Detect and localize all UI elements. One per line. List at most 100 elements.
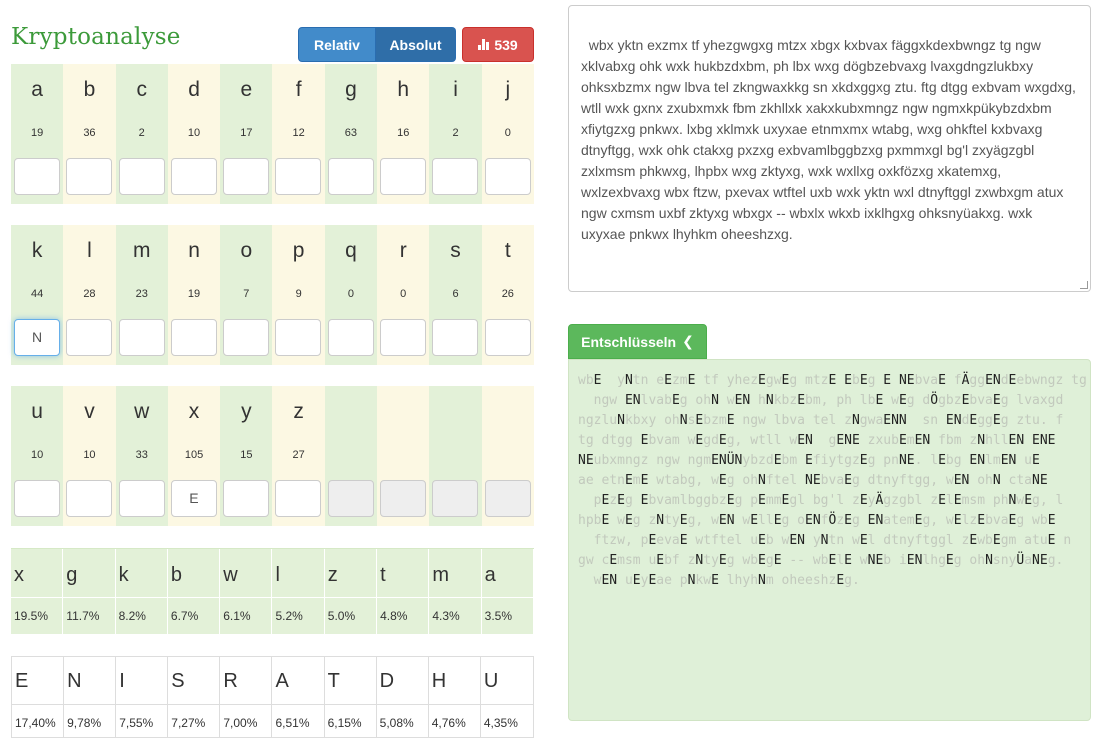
frequency-cell: b 6.7% xyxy=(167,549,221,634)
cipher-letters: g xyxy=(812,433,837,448)
cipher-letters: gl bg'l z xyxy=(789,493,860,508)
cipher-letters: gg xyxy=(977,413,993,428)
decoded-letters: E xyxy=(617,493,625,508)
letter-column-f: f 12 xyxy=(272,64,325,204)
substitution-input-c[interactable] xyxy=(118,158,165,195)
cipher-letters: msm u xyxy=(617,553,657,568)
cipher-letters: g lvaxgd xyxy=(1000,393,1064,408)
frequency-cell: t 4.8% xyxy=(377,549,430,634)
substitution-input-j[interactable] xyxy=(484,158,531,195)
decoded-letters: E xyxy=(851,433,860,448)
decrypted-line: tg dtgg Ebvam wEgdEg, wtll wEN gENE zxub… xyxy=(578,431,1081,451)
row-divider xyxy=(11,597,63,598)
decoded-letters: E xyxy=(1047,513,1056,528)
relative-button[interactable]: Relativ xyxy=(298,27,376,62)
substitution-input-i[interactable] xyxy=(432,158,479,195)
substitution-input-e[interactable] xyxy=(223,158,270,195)
letter-count: 0 xyxy=(400,288,407,300)
cipher-letters: w xyxy=(609,513,625,528)
cipher-letters: gm atu xyxy=(1000,533,1048,548)
cipher-letters: g oh xyxy=(679,393,712,408)
cipher-letters: lhg xyxy=(922,553,946,568)
decoded-letters: N xyxy=(617,413,625,428)
substitution-input-z[interactable] xyxy=(275,480,322,517)
cipher-letters: p xyxy=(578,493,602,508)
frequency-cell: g 11.7% xyxy=(63,549,116,634)
decoded-letters: E xyxy=(585,453,594,468)
substitution-input-b[interactable] xyxy=(66,158,113,195)
frequency-cell: D 5,08% xyxy=(376,657,429,737)
substitution-input-s[interactable] xyxy=(432,319,479,356)
letter-column-c: c2 xyxy=(115,64,168,204)
decrypt-button[interactable]: Entschlüsseln ❮ xyxy=(568,324,707,359)
decoded-letters: E xyxy=(898,433,907,448)
substitution-input-h[interactable] xyxy=(380,158,427,195)
cipher-letter: c xyxy=(136,78,147,101)
cipher-letters: . l xyxy=(914,453,939,468)
decrypted-line: NEubxmngz ngw ngmENÜNybzdEbm EfiytgzEg p… xyxy=(578,451,1081,471)
substitution-input-g[interactable] xyxy=(327,158,374,195)
cipher-letters: cta xyxy=(1000,473,1033,488)
decoded-letters: E xyxy=(898,393,907,408)
decoded-letters: E xyxy=(773,453,782,468)
row-divider xyxy=(12,704,64,705)
substitution-input-q[interactable] xyxy=(327,319,374,356)
frequency-percent: 7,27% xyxy=(171,716,206,730)
letter-count-button[interactable]: 539 xyxy=(462,27,534,62)
cipher-letters: ty xyxy=(664,513,680,528)
page-title: Kryptoanalyse xyxy=(11,24,181,50)
cipher-letter: e xyxy=(240,78,253,101)
substitution-input-r[interactable] xyxy=(380,319,427,356)
substitution-input-w[interactable] xyxy=(118,480,165,517)
cipher-letter: d xyxy=(188,78,200,101)
substitution-input-l[interactable] xyxy=(66,319,113,356)
substitution-input-t[interactable] xyxy=(484,319,531,356)
substitution-input-u[interactable] xyxy=(14,480,60,517)
cipher-letters: gwa xyxy=(859,413,884,428)
letter-column-m: m 23 xyxy=(115,225,168,365)
absolute-button[interactable]: Absolut xyxy=(376,27,456,62)
decoded-letters: E xyxy=(679,513,688,528)
cipher-letter: w xyxy=(134,400,150,423)
cipher-letters: bva xyxy=(914,373,939,388)
decoded-letters: N xyxy=(992,373,1001,388)
bar-chart-icon xyxy=(478,39,490,50)
substitution-input-x[interactable]: E xyxy=(170,480,217,517)
frequency-letter: w xyxy=(223,564,238,586)
cipher-letters: w xyxy=(734,513,751,528)
cipher-letters: u xyxy=(1016,453,1033,468)
frequency-cell: l 5.2% xyxy=(272,549,325,634)
cipher-letters: w xyxy=(578,573,602,588)
substitution-input-k[interactable]: N xyxy=(14,319,60,356)
cipher-letters: w xyxy=(883,393,899,408)
substitution-input-n[interactable] xyxy=(170,319,217,356)
substitution-input-p[interactable] xyxy=(275,319,322,356)
ciphertext-input[interactable]: wbx yktn exzmx tf yhezgwgxg mtzx xbgx kx… xyxy=(568,5,1091,292)
decoded-letters: E xyxy=(758,533,766,548)
decoded-letters: E xyxy=(726,493,735,508)
substitution-input-d[interactable] xyxy=(170,158,217,195)
substitution-input-v[interactable] xyxy=(66,480,113,517)
substitution-input-o[interactable] xyxy=(223,319,270,356)
cipher-letters: b w xyxy=(765,533,790,548)
substitution-input-y[interactable] xyxy=(223,480,270,517)
decoded-letters: E xyxy=(773,553,782,568)
letter-column-w: w 33 xyxy=(115,386,168,526)
cipher-letter: b xyxy=(83,78,96,101)
decoded-letters: E xyxy=(938,453,946,468)
decoded-letters: E xyxy=(624,513,633,528)
row-divider xyxy=(429,597,481,598)
substitution-input-a[interactable] xyxy=(14,158,60,195)
decoded-letters: E xyxy=(938,493,946,508)
substitution-input-f[interactable] xyxy=(275,158,322,195)
decoded-letters: E xyxy=(985,373,993,388)
decrypted-line: wEN uEyEae pNkwE lhyhNm oheeshzEg. xyxy=(578,571,1081,591)
resize-handle[interactable] xyxy=(1080,281,1088,289)
frequency-cell: E 17,40% xyxy=(12,657,65,737)
cipher-letters: g d xyxy=(906,393,931,408)
substitution-input-m[interactable] xyxy=(118,319,165,356)
cipher-letters: ngw xyxy=(578,393,625,408)
letter-count: 9 xyxy=(295,288,302,300)
letter-column-a: a 19 xyxy=(11,64,64,204)
frequency-percent: 5,08% xyxy=(379,716,414,730)
